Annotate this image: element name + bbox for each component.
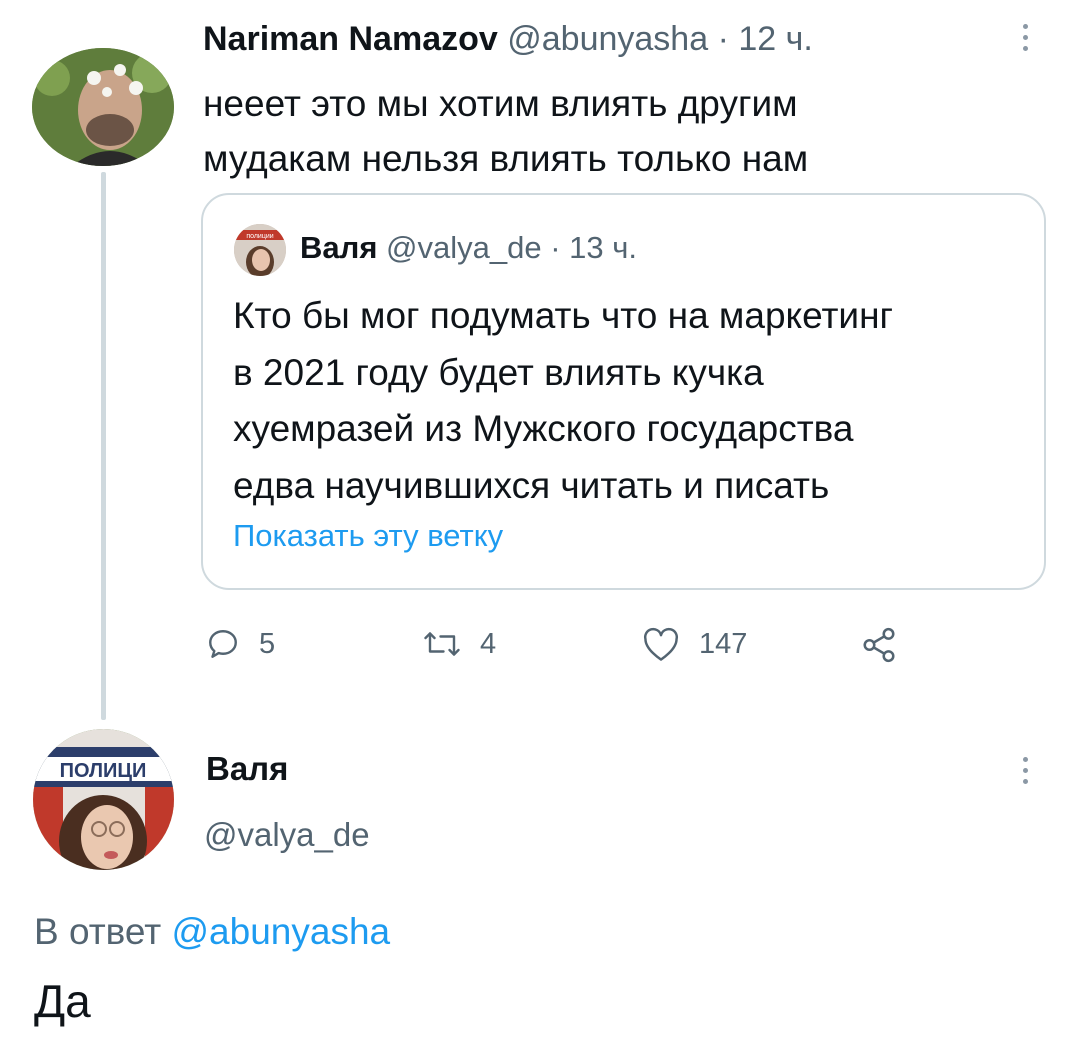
quote-text-line: едва научившихся читать и писать bbox=[233, 464, 830, 506]
tweet2-text: Да bbox=[34, 975, 91, 1027]
reply-prefix: В ответ bbox=[34, 911, 162, 952]
quote-author-name: Валя bbox=[300, 230, 378, 265]
reply-icon bbox=[209, 630, 237, 658]
reply-context: В ответ @abunyasha bbox=[34, 911, 390, 953]
tweet1-time[interactable]: · 12 ч. bbox=[718, 20, 813, 58]
tweet2-more-icon[interactable] bbox=[1022, 757, 1028, 784]
tweet1-header: Nariman Namazov @abunyasha · 12 ч. bbox=[203, 20, 813, 59]
avatar-valya[interactable]: ПОЛИЦИ bbox=[33, 729, 174, 870]
tweet1-handle[interactable]: @abunyasha bbox=[507, 20, 708, 58]
thread-connector-line bbox=[101, 172, 106, 720]
like-icon bbox=[643, 627, 679, 661]
retweet-count: 4 bbox=[480, 627, 497, 660]
tweet1-text-line2: мудакам нельзя влиять только нам bbox=[203, 138, 809, 179]
quote-text: Кто бы мог подумать что на маркетинг в 2… bbox=[233, 288, 893, 514]
avatar-sign-text: ПОЛИЦИ bbox=[60, 760, 147, 782]
like-count: 147 bbox=[699, 627, 748, 660]
share-action[interactable] bbox=[859, 626, 899, 664]
quote-time: · 13 ч. bbox=[550, 230, 638, 265]
tweet2-handle[interactable]: @valya_de bbox=[204, 816, 370, 854]
tweet2-author-name[interactable]: Валя bbox=[206, 750, 288, 788]
tweet1-text: нееет это мы хотим влиять другим мудакам… bbox=[203, 76, 808, 186]
quote-text-line: Кто бы мог подумать что на маркетинг bbox=[233, 295, 894, 336]
avatar-nariman[interactable] bbox=[32, 48, 174, 166]
retweet-action[interactable]: 4 bbox=[422, 626, 496, 662]
quote-avatar-valya: полиции bbox=[234, 224, 286, 276]
quote-avatar-sign: полиции bbox=[246, 233, 273, 240]
quote-handle: @valya_de bbox=[386, 230, 542, 265]
reply-action[interactable]: 5 bbox=[205, 626, 275, 662]
quote-text-line: в 2021 году будет влиять кучка bbox=[233, 351, 764, 393]
show-thread-link[interactable]: Показать эту ветку bbox=[233, 518, 503, 554]
share-icon bbox=[863, 627, 895, 663]
quote-header: Валя @valya_de · 13 ч. bbox=[300, 230, 637, 266]
reply-to-handle[interactable]: @abunyasha bbox=[172, 911, 391, 952]
tweet1-author-name[interactable]: Nariman Namazov bbox=[203, 20, 498, 58]
reply-count: 5 bbox=[259, 627, 276, 660]
retweet-icon bbox=[424, 632, 460, 656]
quote-text-line: хуемразей из Мужского государства bbox=[233, 408, 854, 449]
tweet1-more-icon[interactable] bbox=[1022, 24, 1028, 51]
tweet1-text-line1: нееет это мы хотим влиять другим bbox=[203, 83, 798, 124]
like-action[interactable]: 147 bbox=[641, 626, 747, 662]
